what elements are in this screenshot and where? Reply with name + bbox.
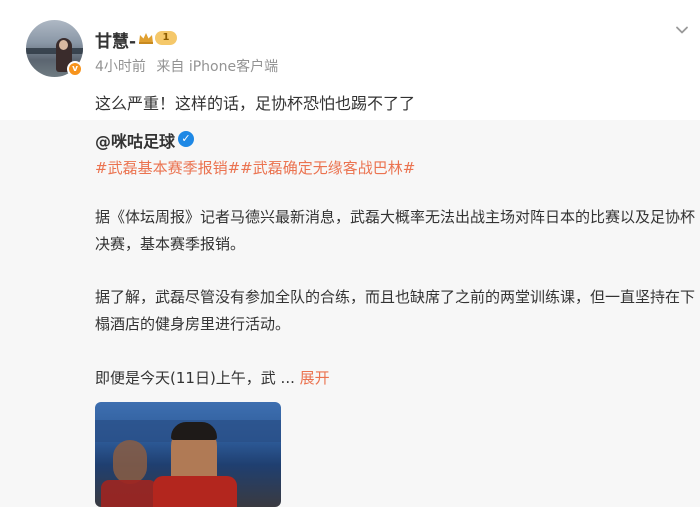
level-crown-icon (139, 33, 153, 44)
expand-link[interactable]: 展开 (300, 369, 330, 387)
orange-verified-icon: v (67, 61, 83, 77)
post-meta: 4小时前 来自 iPhone客户端 (95, 56, 278, 76)
repost-paragraph-1: 据《体坛周报》记者马德兴最新消息，武磊大概率无法出战主场对阵日本的比赛以及足协杯… (95, 208, 696, 253)
repost-paragraph-3: 即便是今天(11日)上午，武 ... 展开 (95, 365, 695, 392)
repost-paragraph-2: 据了解，武磊尽管没有参加全队的合练，而且也缺席了之前的两堂训练课，但一直坚持在下… (95, 288, 696, 333)
repost-hashtags[interactable]: #武磊基本赛季报销##武磊确定无缘客战巴林# (95, 157, 415, 178)
photo-thumbnail[interactable] (95, 402, 281, 507)
post-text: 这么严重！这样的话，足协杯恐怕也踢不了了 (95, 94, 416, 113)
repost-paragraph-3-text: 即便是今天(11日)上午，武 ... (95, 369, 295, 387)
post-time[interactable]: 4小时前 (95, 59, 146, 75)
post-source: 来自 iPhone客户端 (156, 59, 279, 75)
chevron-down-icon[interactable] (674, 22, 690, 38)
level-badge: 1 (138, 30, 180, 46)
post-header: v 甘慧- 1 4小时前 来自 iPhone客户端 这么严重！这样的话，足协杯恐… (0, 0, 700, 120)
author-name[interactable]: 甘慧- (95, 27, 136, 52)
level-number: 1 (155, 31, 177, 45)
repost-author[interactable]: @咪咕足球 (95, 128, 175, 152)
repost-card[interactable]: @咪咕足球 ✓ #武磊基本赛季报销##武磊确定无缘客战巴林# 据《体坛周报》记者… (0, 120, 700, 507)
blue-verified-icon: ✓ (178, 131, 194, 147)
